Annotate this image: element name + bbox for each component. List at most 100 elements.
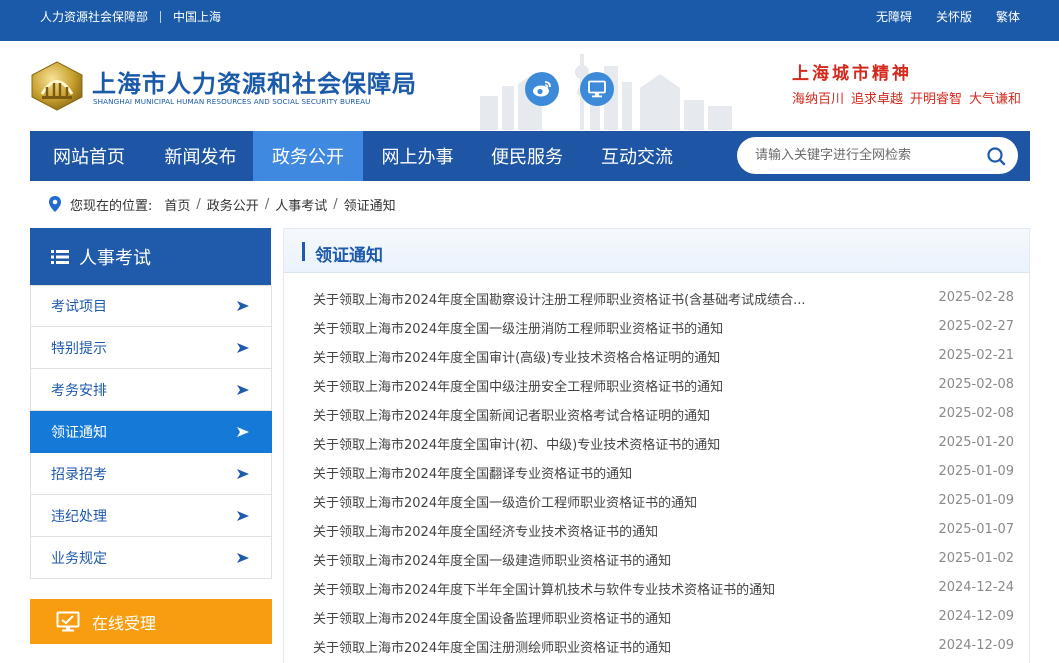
news-date: 2025-01-07 bbox=[938, 522, 1014, 537]
news-item[interactable]: 关于领取上海市2024年度全国新闻记者职业资格考试合格证明的通知 2025-02-… bbox=[284, 400, 1029, 429]
link-traditional[interactable]: 繁体 bbox=[996, 8, 1020, 25]
news-item[interactable]: 关于领取上海市2024年度全国一级建造师职业资格证书的通知 2025-01-02 bbox=[284, 545, 1029, 574]
sidebar-item[interactable]: 领证通知 bbox=[30, 411, 272, 453]
breadcrumb-current[interactable]: 领证通知 bbox=[344, 195, 396, 214]
arrow-right-icon bbox=[237, 384, 249, 395]
news-date: 2025-02-08 bbox=[938, 377, 1014, 392]
online-service-button[interactable]: 在线受理 bbox=[30, 599, 272, 644]
news-date: 2024-12-24 bbox=[938, 580, 1014, 595]
news-date: 2025-02-28 bbox=[938, 290, 1014, 305]
site-title[interactable]: 上海市人力资源和社会保障局 bbox=[92, 64, 417, 99]
news-title-link[interactable]: 关于领取上海市2024年度下半年全国计算机技术与软件专业技术资格证书的通知 bbox=[313, 579, 893, 598]
panel-header: 领证通知 bbox=[284, 229, 1029, 273]
top-links-right: 无障碍 关怀版 繁体 bbox=[876, 0, 1020, 33]
breadcrumb-home[interactable]: 首页 bbox=[164, 195, 190, 214]
news-title-link[interactable]: 关于领取上海市2024年度全国一级造价工程师职业资格证书的通知 bbox=[313, 492, 893, 511]
list-icon bbox=[51, 249, 69, 264]
news-item[interactable]: 关于领取上海市2024年度全国经济专业技术资格证书的通知 2025-01-07 bbox=[284, 516, 1029, 545]
news-date: 2025-01-02 bbox=[938, 551, 1014, 566]
nav-online-services[interactable]: 网上办事 bbox=[363, 131, 472, 181]
sidebar-item-label: 考务安排 bbox=[51, 382, 107, 399]
arrow-right-icon bbox=[237, 426, 249, 437]
sidebar-heading: 人事考试 bbox=[30, 228, 271, 285]
breadcrumb-gov-affairs[interactable]: 政务公开 bbox=[207, 195, 259, 214]
news-title-link[interactable]: 关于领取上海市2024年度全国一级建造师职业资格证书的通知 bbox=[313, 550, 893, 569]
news-date: 2024-12-09 bbox=[938, 638, 1014, 653]
sidebar-item[interactable]: 考务安排 bbox=[30, 369, 272, 411]
news-item[interactable]: 关于领取上海市2024年度全国翻译专业资格证书的通知 2025-01-09 bbox=[284, 458, 1029, 487]
news-item[interactable]: 关于领取上海市2024年度下半年全国计算机技术与软件专业技术资格证书的通知 202… bbox=[284, 574, 1029, 603]
sidebar-item[interactable]: 违纪处理 bbox=[30, 495, 272, 537]
sidebar-menu: 考试项目特别提示考务安排领证通知招录招考 违纪处理 业务规定 bbox=[30, 285, 272, 579]
search-input[interactable] bbox=[755, 145, 975, 165]
site-subtitle: SHANGHAI MUNICIPAL HUMAN RESOURCES AND S… bbox=[93, 97, 371, 106]
nav-interaction[interactable]: 互动交流 bbox=[582, 131, 692, 181]
nav-news[interactable]: 新闻发布 bbox=[148, 131, 253, 181]
arrow-right-icon bbox=[237, 301, 249, 311]
arrow-right-icon bbox=[237, 468, 249, 479]
search-icon[interactable] bbox=[986, 146, 1006, 166]
news-item[interactable]: 关于领取上海市2024年度全国中级注册安全工程师职业资格证书的通知 2025-02… bbox=[284, 371, 1029, 400]
news-title-link[interactable]: 关于领取上海市2024年度全国审计(初、中级)专业技术资格证书的通知 bbox=[313, 434, 893, 453]
news-item[interactable]: 关于领取上海市2024年度全国审计(初、中级)专业技术资格证书的通知 2025-0… bbox=[284, 429, 1029, 458]
news-title-link[interactable]: 关于领取上海市2024年度全国新闻记者职业资格考试合格证明的通知 bbox=[313, 405, 893, 424]
news-date: 2025-02-08 bbox=[938, 406, 1014, 421]
link-mohrss[interactable]: 人力资源社会保障部 bbox=[40, 8, 148, 25]
news-title-link[interactable]: 关于领取上海市2024年度全国一级注册消防工程师职业资格证书的通知 bbox=[313, 318, 893, 337]
city-spirit-words: 海纳百川 追求卓越 开明睿智 大气谦和 bbox=[792, 88, 1021, 107]
news-date: 2024-12-09 bbox=[938, 609, 1014, 624]
content-panel: 领证通知 关于领取上海市2024年度全国勘察设计注册工程师职业资格证书(含基础考… bbox=[283, 228, 1030, 663]
weibo-button[interactable] bbox=[525, 72, 559, 106]
news-date: 2025-01-09 bbox=[938, 493, 1014, 508]
spirit-word: 海纳百川 bbox=[792, 92, 845, 107]
news-title-link[interactable]: 关于领取上海市2024年度全国注册测绘师职业资格证书的通知 bbox=[313, 637, 893, 656]
breadcrumb-label: 您现在的位置: bbox=[70, 198, 153, 214]
nav-home[interactable]: 网站首页 bbox=[30, 131, 148, 181]
news-date: 2025-02-21 bbox=[938, 348, 1014, 363]
spirit-word: 开明睿智 bbox=[910, 92, 963, 107]
sidebar-item-label: 特别提示 bbox=[51, 340, 107, 357]
news-title-link[interactable]: 关于领取上海市2024年度全国设备监理师职业资格证书的通知 bbox=[313, 608, 893, 627]
monitor-icon bbox=[588, 80, 606, 98]
sidebar-item[interactable]: 考试项目 bbox=[30, 285, 272, 327]
nav-public-services[interactable]: 便民服务 bbox=[472, 131, 582, 181]
news-item[interactable]: 关于领取上海市2024年度全国设备监理师职业资格证书的通知 2024-12-09 bbox=[284, 603, 1029, 632]
search-box bbox=[737, 137, 1018, 174]
divider bbox=[160, 10, 162, 23]
sidebar-item[interactable]: 招录招考 bbox=[30, 453, 272, 495]
sidebar-item-label: 领证通知 bbox=[51, 424, 107, 441]
sidebar-item[interactable]: 特别提示 bbox=[30, 327, 272, 369]
mobile-site-button[interactable] bbox=[580, 72, 614, 106]
news-title-link[interactable]: 关于领取上海市2024年度全国勘察设计注册工程师职业资格证书(含基础考试成绩合.… bbox=[313, 289, 893, 308]
spirit-word: 追求卓越 bbox=[851, 92, 904, 107]
link-care-version[interactable]: 关怀版 bbox=[936, 8, 972, 25]
breadcrumb-separator: / bbox=[196, 196, 201, 212]
news-item[interactable]: 关于领取上海市2024年度全国勘察设计注册工程师职业资格证书(含基础考试成绩合.… bbox=[284, 284, 1029, 313]
news-title-link[interactable]: 关于领取上海市2024年度全国审计(高级)专业技术资格合格证明的通知 bbox=[313, 347, 893, 366]
news-item[interactable]: 关于领取上海市2024年度全国注册测绘师职业资格证书的通知 2024-12-09 bbox=[284, 632, 1029, 661]
news-title-link[interactable]: 关于领取上海市2024年度全国中级注册安全工程师职业资格证书的通知 bbox=[313, 376, 893, 395]
news-item[interactable]: 关于领取上海市2024年度全国一级造价工程师职业资格证书的通知 2025-01-0… bbox=[284, 487, 1029, 516]
link-china-shanghai[interactable]: 中国上海 bbox=[173, 8, 221, 25]
panel-title: 领证通知 bbox=[315, 246, 383, 266]
breadcrumb-personnel-exam[interactable]: 人事考试 bbox=[275, 195, 327, 214]
news-item[interactable]: 关于领取上海市2024年度全国一级注册消防工程师职业资格证书的通知 2025-02… bbox=[284, 313, 1029, 342]
top-links-left: 人力资源社会保障部 中国上海 bbox=[40, 0, 221, 33]
breadcrumb-separator: / bbox=[264, 196, 270, 212]
sidebar-heading-label: 人事考试 bbox=[79, 247, 151, 269]
top-bar: 人力资源社会保障部 中国上海 无障碍 关怀版 繁体 bbox=[0, 0, 1059, 41]
nav-gov-affairs[interactable]: 政务公开 bbox=[253, 131, 363, 181]
link-accessibility[interactable]: 无障碍 bbox=[876, 8, 912, 25]
news-title-link[interactable]: 关于领取上海市2024年度全国经济专业技术资格证书的通知 bbox=[313, 521, 893, 540]
news-date: 2025-01-09 bbox=[938, 464, 1014, 479]
location-pin-icon bbox=[49, 196, 61, 212]
online-service-label: 在线受理 bbox=[92, 613, 157, 633]
spirit-word: 大气谦和 bbox=[969, 92, 1022, 107]
sidebar-item[interactable]: 业务规定 bbox=[30, 537, 272, 579]
arrow-right-icon bbox=[237, 342, 249, 353]
news-list: 关于领取上海市2024年度全国勘察设计注册工程师职业资格证书(含基础考试成绩合.… bbox=[284, 284, 1029, 661]
sidebar-item-label: 考试项目 bbox=[51, 299, 107, 315]
bureau-logo-icon[interactable] bbox=[30, 61, 84, 111]
news-item[interactable]: 关于领取上海市2024年度全国审计(高级)专业技术资格合格证明的通知 2025-0… bbox=[284, 342, 1029, 371]
news-title-link[interactable]: 关于领取上海市2024年度全国翻译专业资格证书的通知 bbox=[313, 463, 893, 482]
